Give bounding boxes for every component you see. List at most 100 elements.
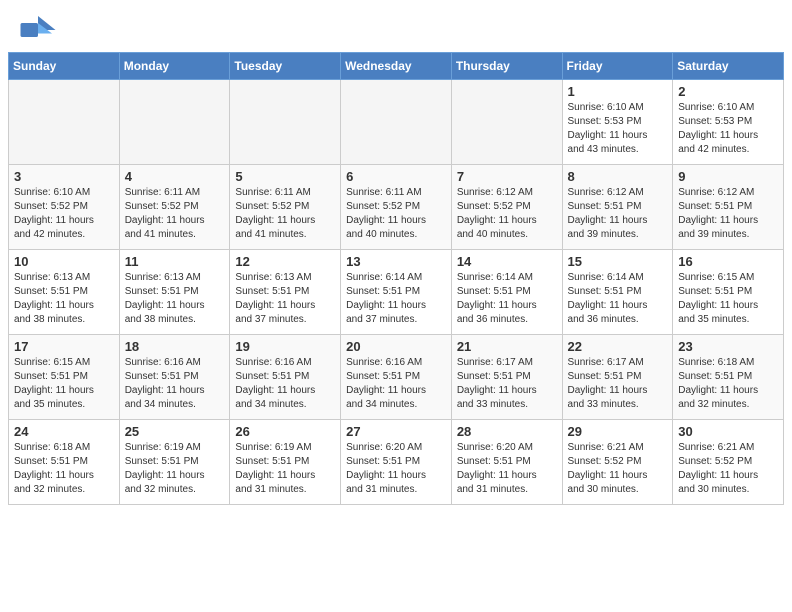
calendar-day: 20Sunrise: 6:16 AM Sunset: 5:51 PM Dayli… xyxy=(341,335,452,420)
day-number: 11 xyxy=(125,254,225,269)
day-number: 29 xyxy=(568,424,668,439)
day-info: Sunrise: 6:10 AM Sunset: 5:52 PM Dayligh… xyxy=(14,186,114,242)
calendar-day: 25 Sunrise: 6:19 AM Sunset: 5:51 PM Dayli… xyxy=(119,420,230,505)
logo xyxy=(20,16,60,44)
day-info: Sunrise: 6:16 AM Sunset: 5:51 PM Dayligh… xyxy=(346,356,446,412)
day-info: Sunrise: 6:10 AM Sunset: 5:53 PM Dayligh… xyxy=(678,101,778,157)
weekday-header-row: SundayMondayTuesdayWednesdayThursdayFrid… xyxy=(9,53,784,80)
day-number: 9 xyxy=(678,169,778,184)
calendar-day: 19 Sunrise: 6:16 AM Sunset: 5:51 PM Dayli… xyxy=(230,335,341,420)
calendar-day: 8 Sunrise: 6:12 AM Sunset: 5:51 PM Daylig… xyxy=(562,165,673,250)
calendar-day: 30 Sunrise: 6:21 AM Sunset: 5:52 PM Dayli… xyxy=(673,420,784,505)
day-number: 28 xyxy=(457,424,557,439)
day-number: 3 xyxy=(14,169,114,184)
calendar-day xyxy=(119,80,230,165)
day-info: Sunrise: 6:19 AM Sunset: 5:51 PM Dayligh… xyxy=(125,441,225,497)
day-number: 6 xyxy=(346,169,446,184)
calendar-day: 24 Sunrise: 6:18 AM Sunset: 5:51 PM Dayli… xyxy=(9,420,120,505)
calendar-header: SundayMondayTuesdayWednesdayThursdayFrid… xyxy=(9,53,784,80)
day-info: Sunrise: 6:13 AM Sunset: 5:51 PM Dayligh… xyxy=(14,271,114,327)
day-number: 18 xyxy=(125,339,225,354)
day-number: 27 xyxy=(346,424,446,439)
calendar-day: 21 Sunrise: 6:17 AM Sunset: 5:51 PM Dayli… xyxy=(451,335,562,420)
weekday-header-sunday: Sunday xyxy=(9,53,120,80)
day-info: Sunrise: 6:20 AM Sunset: 5:51 PM Dayligh… xyxy=(346,441,446,497)
weekday-header-tuesday: Tuesday xyxy=(230,53,341,80)
day-info: Sunrise: 6:21 AM Sunset: 5:52 PM Dayligh… xyxy=(568,441,668,497)
day-number: 30 xyxy=(678,424,778,439)
calendar-week-2: 3 Sunrise: 6:10 AM Sunset: 5:52 PM Daylig… xyxy=(9,165,784,250)
calendar-body: 1 Sunrise: 6:10 AM Sunset: 5:53 PM Daylig… xyxy=(9,80,784,505)
day-number: 16 xyxy=(678,254,778,269)
day-number: 2 xyxy=(678,84,778,99)
day-info: Sunrise: 6:17 AM Sunset: 5:51 PM Dayligh… xyxy=(457,356,557,412)
day-number: 24 xyxy=(14,424,114,439)
calendar-day: 11 Sunrise: 6:13 AM Sunset: 5:51 PM Dayli… xyxy=(119,250,230,335)
day-number: 25 xyxy=(125,424,225,439)
weekday-header-saturday: Saturday xyxy=(673,53,784,80)
calendar-day: 6 Sunrise: 6:11 AM Sunset: 5:52 PM Daylig… xyxy=(341,165,452,250)
day-number: 8 xyxy=(568,169,668,184)
day-info: Sunrise: 6:19 AM Sunset: 5:51 PM Dayligh… xyxy=(235,441,335,497)
day-info: Sunrise: 6:16 AM Sunset: 5:51 PM Dayligh… xyxy=(235,356,335,412)
calendar-day: 1Sunrise: 6:10 AM Sunset: 5:53 PM Daylig… xyxy=(562,80,673,165)
day-info: Sunrise: 6:18 AM Sunset: 5:51 PM Dayligh… xyxy=(14,441,114,497)
day-info: Sunrise: 6:11 AM Sunset: 5:52 PM Dayligh… xyxy=(346,186,446,242)
day-info: Sunrise: 6:14 AM Sunset: 5:51 PM Dayligh… xyxy=(568,271,668,327)
calendar-week-1: 1 Sunrise: 6:10 AM Sunset: 5:53 PM Daylig… xyxy=(9,80,784,165)
calendar-day: 5 Sunrise: 6:11 AM Sunset: 5:52 PM Daylig… xyxy=(230,165,341,250)
day-info: Sunrise: 6:14 AM Sunset: 5:51 PM Dayligh… xyxy=(346,271,446,327)
day-info: Sunrise: 6:20 AM Sunset: 5:51 PM Dayligh… xyxy=(457,441,557,497)
day-number: 23 xyxy=(678,339,778,354)
calendar-day: 17 Sunrise: 6:15 AM Sunset: 5:51 PM Dayli… xyxy=(9,335,120,420)
day-info: Sunrise: 6:12 AM Sunset: 5:52 PM Dayligh… xyxy=(457,186,557,242)
calendar-day: 9 Sunrise: 6:12 AM Sunset: 5:51 PM Daylig… xyxy=(673,165,784,250)
calendar-day: 23 Sunrise: 6:18 AM Sunset: 5:51 PM Dayli… xyxy=(673,335,784,420)
day-number: 19 xyxy=(235,339,335,354)
day-info: Sunrise: 6:21 AM Sunset: 5:52 PM Dayligh… xyxy=(678,441,778,497)
calendar-day: 26 Sunrise: 6:19 AM Sunset: 5:51 PM Dayli… xyxy=(230,420,341,505)
calendar-day: 4Sunrise: 6:11 AM Sunset: 5:52 PM Daylig… xyxy=(119,165,230,250)
weekday-header-monday: Monday xyxy=(119,53,230,80)
weekday-header-wednesday: Wednesday xyxy=(341,53,452,80)
day-info: Sunrise: 6:16 AM Sunset: 5:51 PM Dayligh… xyxy=(125,356,225,412)
calendar-day: 27 Sunrise: 6:20 AM Sunset: 5:51 PM Dayli… xyxy=(341,420,452,505)
calendar-day: 15 Sunrise: 6:14 AM Sunset: 5:51 PM Dayli… xyxy=(562,250,673,335)
day-info: Sunrise: 6:11 AM Sunset: 5:52 PM Dayligh… xyxy=(235,186,335,242)
calendar-day: 2 Sunrise: 6:10 AM Sunset: 5:53 PM Daylig… xyxy=(673,80,784,165)
day-info: Sunrise: 6:14 AM Sunset: 5:51 PM Dayligh… xyxy=(457,271,557,327)
day-number: 15 xyxy=(568,254,668,269)
day-number: 14 xyxy=(457,254,557,269)
day-info: Sunrise: 6:13 AM Sunset: 5:51 PM Dayligh… xyxy=(235,271,335,327)
weekday-header-friday: Friday xyxy=(562,53,673,80)
calendar-day: 16 Sunrise: 6:15 AM Sunset: 5:51 PM Dayli… xyxy=(673,250,784,335)
calendar-day: 18 Sunrise: 6:16 AM Sunset: 5:51 PM Dayli… xyxy=(119,335,230,420)
day-number: 1 xyxy=(568,84,668,99)
calendar-day: 29 Sunrise: 6:21 AM Sunset: 5:52 PM Dayli… xyxy=(562,420,673,505)
calendar-wrapper: SundayMondayTuesdayWednesdayThursdayFrid… xyxy=(0,52,792,513)
day-info: Sunrise: 6:13 AM Sunset: 5:51 PM Dayligh… xyxy=(125,271,225,327)
calendar-day xyxy=(451,80,562,165)
day-number: 12 xyxy=(235,254,335,269)
calendar-week-5: 24 Sunrise: 6:18 AM Sunset: 5:51 PM Dayli… xyxy=(9,420,784,505)
day-number: 7 xyxy=(457,169,557,184)
calendar-day: 22Sunrise: 6:17 AM Sunset: 5:51 PM Dayli… xyxy=(562,335,673,420)
day-info: Sunrise: 6:15 AM Sunset: 5:51 PM Dayligh… xyxy=(678,271,778,327)
day-number: 26 xyxy=(235,424,335,439)
calendar-day: 7 Sunrise: 6:12 AM Sunset: 5:52 PM Daylig… xyxy=(451,165,562,250)
calendar-day: 28 Sunrise: 6:20 AM Sunset: 5:51 PM Dayli… xyxy=(451,420,562,505)
calendar-day xyxy=(341,80,452,165)
day-info: Sunrise: 6:18 AM Sunset: 5:51 PM Dayligh… xyxy=(678,356,778,412)
weekday-header-thursday: Thursday xyxy=(451,53,562,80)
day-info: Sunrise: 6:15 AM Sunset: 5:51 PM Dayligh… xyxy=(14,356,114,412)
day-info: Sunrise: 6:12 AM Sunset: 5:51 PM Dayligh… xyxy=(678,186,778,242)
day-number: 21 xyxy=(457,339,557,354)
calendar-day: 14 Sunrise: 6:14 AM Sunset: 5:51 PM Dayli… xyxy=(451,250,562,335)
day-number: 5 xyxy=(235,169,335,184)
day-number: 17 xyxy=(14,339,114,354)
day-info: Sunrise: 6:12 AM Sunset: 5:51 PM Dayligh… xyxy=(568,186,668,242)
day-number: 10 xyxy=(14,254,114,269)
day-number: 13 xyxy=(346,254,446,269)
calendar-day xyxy=(9,80,120,165)
day-info: Sunrise: 6:11 AM Sunset: 5:52 PM Dayligh… xyxy=(125,186,225,242)
